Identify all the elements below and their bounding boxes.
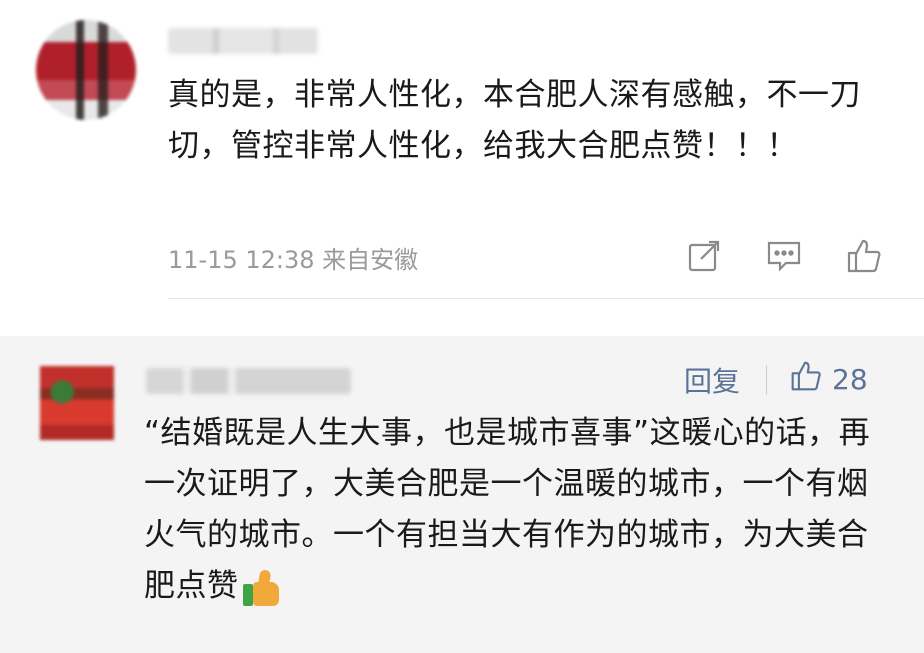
thumbs-up-emoji-icon [241,568,285,608]
username-blurred[interactable] [146,368,351,394]
comment-icon[interactable] [764,236,804,276]
comment-actions [684,236,884,276]
share-icon[interactable] [684,236,724,276]
like-icon [790,360,822,399]
comment-meta: 11-15 12:38 来自安徽 [168,246,419,274]
like-icon[interactable] [844,236,884,276]
username-blurred[interactable] [168,28,318,54]
avatar[interactable] [40,366,114,440]
like-button[interactable]: 28 [790,360,868,399]
comment-card: 真的是，非常人性化，本合肥人深有感触，不一刀切，管控非常人性化，给我大合肥点赞！… [0,0,924,300]
reply-button[interactable]: 回复 [684,360,740,400]
avatar[interactable] [36,20,136,120]
reply-text-block: “结婚既是人生大事，也是城市喜事”这暖心的话，再一次证明了，大美合肥是一个温暖的… [144,408,884,612]
divider [766,366,767,394]
reply-card: 回复 28 “结婚既是人生大事，也是城市喜事”这暖心的话，再一次证明了，大美合肥… [0,336,924,653]
comment-text: 真的是，非常人性化，本合肥人深有感触，不一刀切，管控非常人性化，给我大合肥点赞！… [168,77,861,164]
divider [168,298,924,299]
like-count: 28 [832,363,868,396]
